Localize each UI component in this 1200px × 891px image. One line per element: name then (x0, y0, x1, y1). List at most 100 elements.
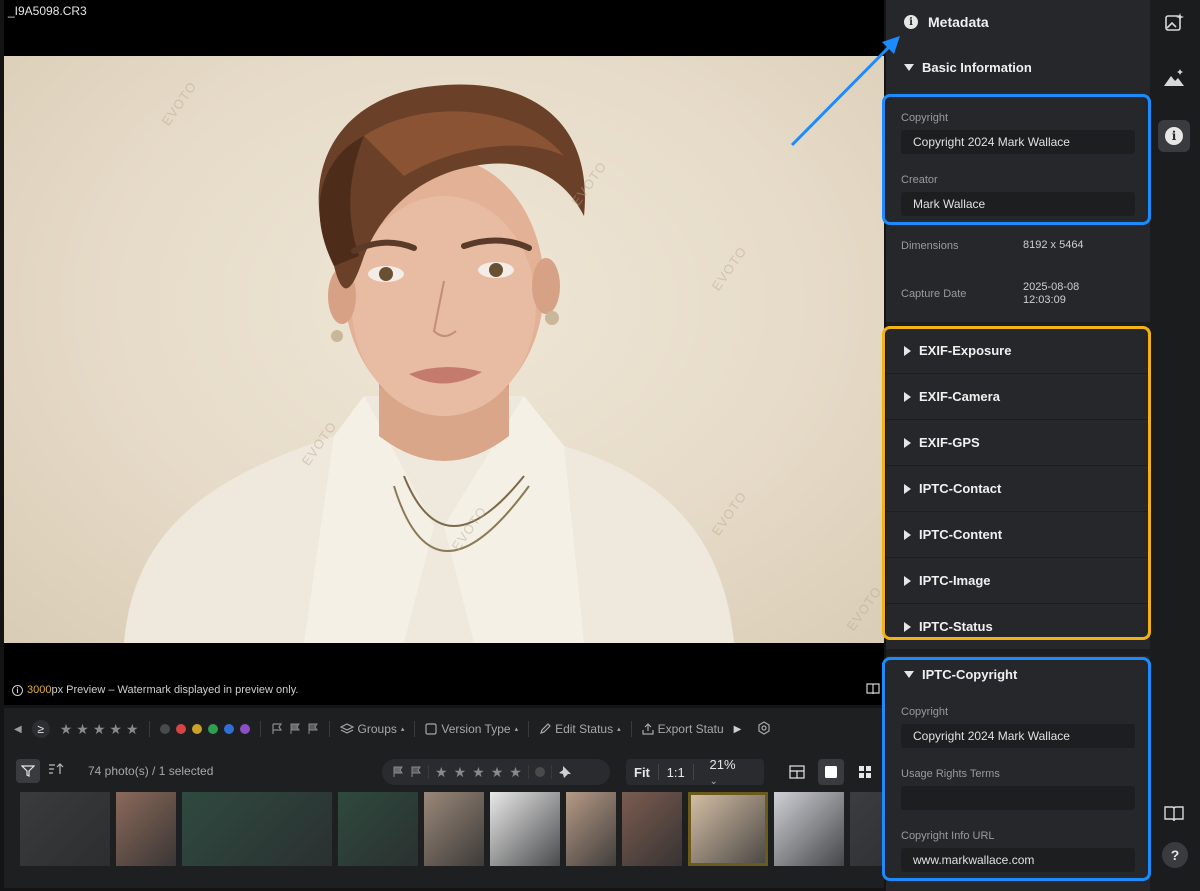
star-icon[interactable]: ★ (472, 764, 485, 781)
app-window: _I9A5098.CR3 EVOTO EVOTO EVOTO EVOTO EVO… (0, 0, 1200, 891)
preview-size: 3000 (27, 684, 52, 696)
thumbnail[interactable] (116, 792, 176, 866)
divider (414, 721, 416, 737)
color-label-filter (154, 724, 250, 734)
preview-photo[interactable]: EVOTO EVOTO EVOTO EVOTO EVOTO EVOTO EVOT… (4, 56, 884, 643)
color-dot-red[interactable] (175, 724, 186, 734)
zoom-fit-button[interactable]: Fit (626, 765, 658, 780)
section-exif-camera[interactable]: EXIF-Camera (886, 374, 1150, 420)
color-dot-green[interactable] (207, 724, 218, 734)
thumbnail[interactable] (850, 792, 884, 866)
star-icon[interactable]: ★ (76, 721, 89, 738)
flag-filter[interactable] (271, 723, 319, 735)
thumbnail[interactable] (566, 792, 616, 866)
filter-button[interactable] (16, 759, 40, 783)
section-exif-gps[interactable]: EXIF-GPS (886, 420, 1150, 466)
thumbnail[interactable] (20, 792, 110, 866)
thumbnail[interactable] (182, 792, 332, 866)
section-iptc-content[interactable]: IPTC-Content (886, 512, 1150, 558)
usage-rights-field[interactable] (901, 786, 1135, 810)
rating-comparator-button[interactable]: ≥ (31, 720, 50, 738)
pin-icon[interactable] (558, 765, 572, 779)
flag-rejected-icon (411, 766, 421, 777)
star-icon[interactable]: ★ (435, 764, 448, 781)
iptc-copyright-field[interactable]: Copyright 2024 Mark Wallace (901, 724, 1135, 748)
color-dot-purple[interactable] (239, 724, 250, 734)
section-heading: EXIF-Camera (919, 389, 1000, 404)
section-iptc-copyright[interactable]: IPTC-Copyright (904, 667, 1017, 682)
export-status-dropdown[interactable]: Export Statu (642, 722, 724, 736)
flag-outline-icon (271, 723, 282, 734)
star-icon[interactable]: ★ (60, 721, 73, 738)
color-dot-blue[interactable] (223, 724, 234, 734)
guide-button[interactable] (1158, 798, 1190, 830)
star-icon[interactable]: ★ (491, 764, 504, 781)
photo-count: 74 photo(s) / 1 selected (88, 764, 214, 778)
triangle-right-icon (904, 345, 911, 356)
section-exif-exposure[interactable]: EXIF-Exposure (886, 328, 1150, 374)
usage-rights-label: Usage Rights Terms (901, 768, 1000, 780)
iptc-copyright-label: Copyright (901, 706, 949, 718)
single-view-button[interactable] (818, 759, 844, 785)
groups-dropdown[interactable]: Groups ▴ (339, 722, 404, 736)
thumbnail[interactable] (774, 792, 844, 866)
copyright-url-field[interactable]: www.markwallace.com (901, 848, 1135, 872)
scene-adjust-button[interactable] (1158, 62, 1190, 94)
creator-field[interactable]: Mark Wallace (901, 192, 1135, 216)
section-iptc-contact[interactable]: IPTC-Contact (886, 466, 1150, 512)
rating-filter[interactable]: ★ ★ ★ ★ ★ (60, 721, 139, 738)
color-dot-yellow[interactable] (191, 724, 202, 734)
section-iptc-status[interactable]: IPTC-Status (886, 604, 1150, 650)
dimensions-label: Dimensions (901, 240, 959, 252)
metadata-tab-button[interactable]: i (1158, 120, 1190, 152)
book-icon[interactable] (866, 682, 880, 700)
zoom-value-select[interactable]: 21% ⌄ (694, 757, 764, 787)
sort-button[interactable] (48, 762, 64, 779)
groups-label: Groups (357, 722, 397, 736)
panel-title: Metadata (928, 14, 989, 30)
section-basic-information[interactable]: Basic Information (904, 60, 1032, 75)
star-icon[interactable]: ★ (509, 764, 522, 781)
thumbnail[interactable] (622, 792, 682, 866)
quick-rating-bar: ★ ★ ★ ★ ★ (382, 759, 610, 785)
image-viewer[interactable]: _I9A5098.CR3 EVOTO EVOTO EVOTO EVOTO EVO… (4, 0, 884, 705)
star-icon[interactable]: ★ (109, 721, 122, 738)
note-icon (425, 723, 437, 735)
copyright-url-label: Copyright Info URL (901, 830, 995, 842)
dimensions-value: 8192 x 5464 (1023, 239, 1084, 251)
version-type-dropdown[interactable]: Version Type ▴ (425, 722, 518, 736)
capture-date-value: 2025-08-08 (1023, 281, 1080, 293)
thumbnail[interactable] (688, 792, 768, 866)
settings-icon[interactable] (757, 720, 771, 738)
single-layout-icon (825, 766, 837, 778)
compare-view-button[interactable] (784, 759, 810, 785)
triangle-down-icon (904, 671, 914, 678)
star-icon[interactable]: ★ (454, 764, 467, 781)
color-dot-none[interactable] (159, 724, 170, 734)
annotation-arrow (790, 36, 900, 147)
thumbnail[interactable] (490, 792, 560, 866)
book-icon (1164, 806, 1184, 822)
capture-time-value: 12:03:09 (1023, 294, 1066, 306)
panel-header: i Metadata (904, 14, 989, 30)
compare-layout-icon (789, 765, 805, 779)
zoom-one-to-one-button[interactable]: 1:1 (659, 765, 693, 780)
copyright-field[interactable]: Copyright 2024 Mark Wallace (901, 130, 1135, 154)
chevron-down-icon: ⌄ (709, 776, 718, 787)
caret-right-icon[interactable]: ▶ (734, 724, 742, 735)
grid-view-button[interactable] (852, 759, 878, 785)
star-icon[interactable]: ★ (93, 721, 106, 738)
caret-left-icon[interactable]: ◀ (14, 724, 22, 735)
color-dot-none[interactable] (534, 767, 545, 777)
section-iptc-image[interactable]: IPTC-Image (886, 558, 1150, 604)
thumbnail-strip[interactable] (20, 792, 884, 866)
divider (428, 765, 429, 779)
divider (328, 721, 330, 737)
thumbnail[interactable] (424, 792, 484, 866)
triangle-right-icon (904, 575, 911, 586)
thumbnail[interactable] (338, 792, 418, 866)
ai-edit-button[interactable] (1158, 6, 1190, 38)
star-icon[interactable]: ★ (126, 721, 139, 738)
help-button[interactable]: ? (1162, 842, 1188, 868)
edit-status-dropdown[interactable]: Edit Status ▴ (539, 722, 621, 736)
